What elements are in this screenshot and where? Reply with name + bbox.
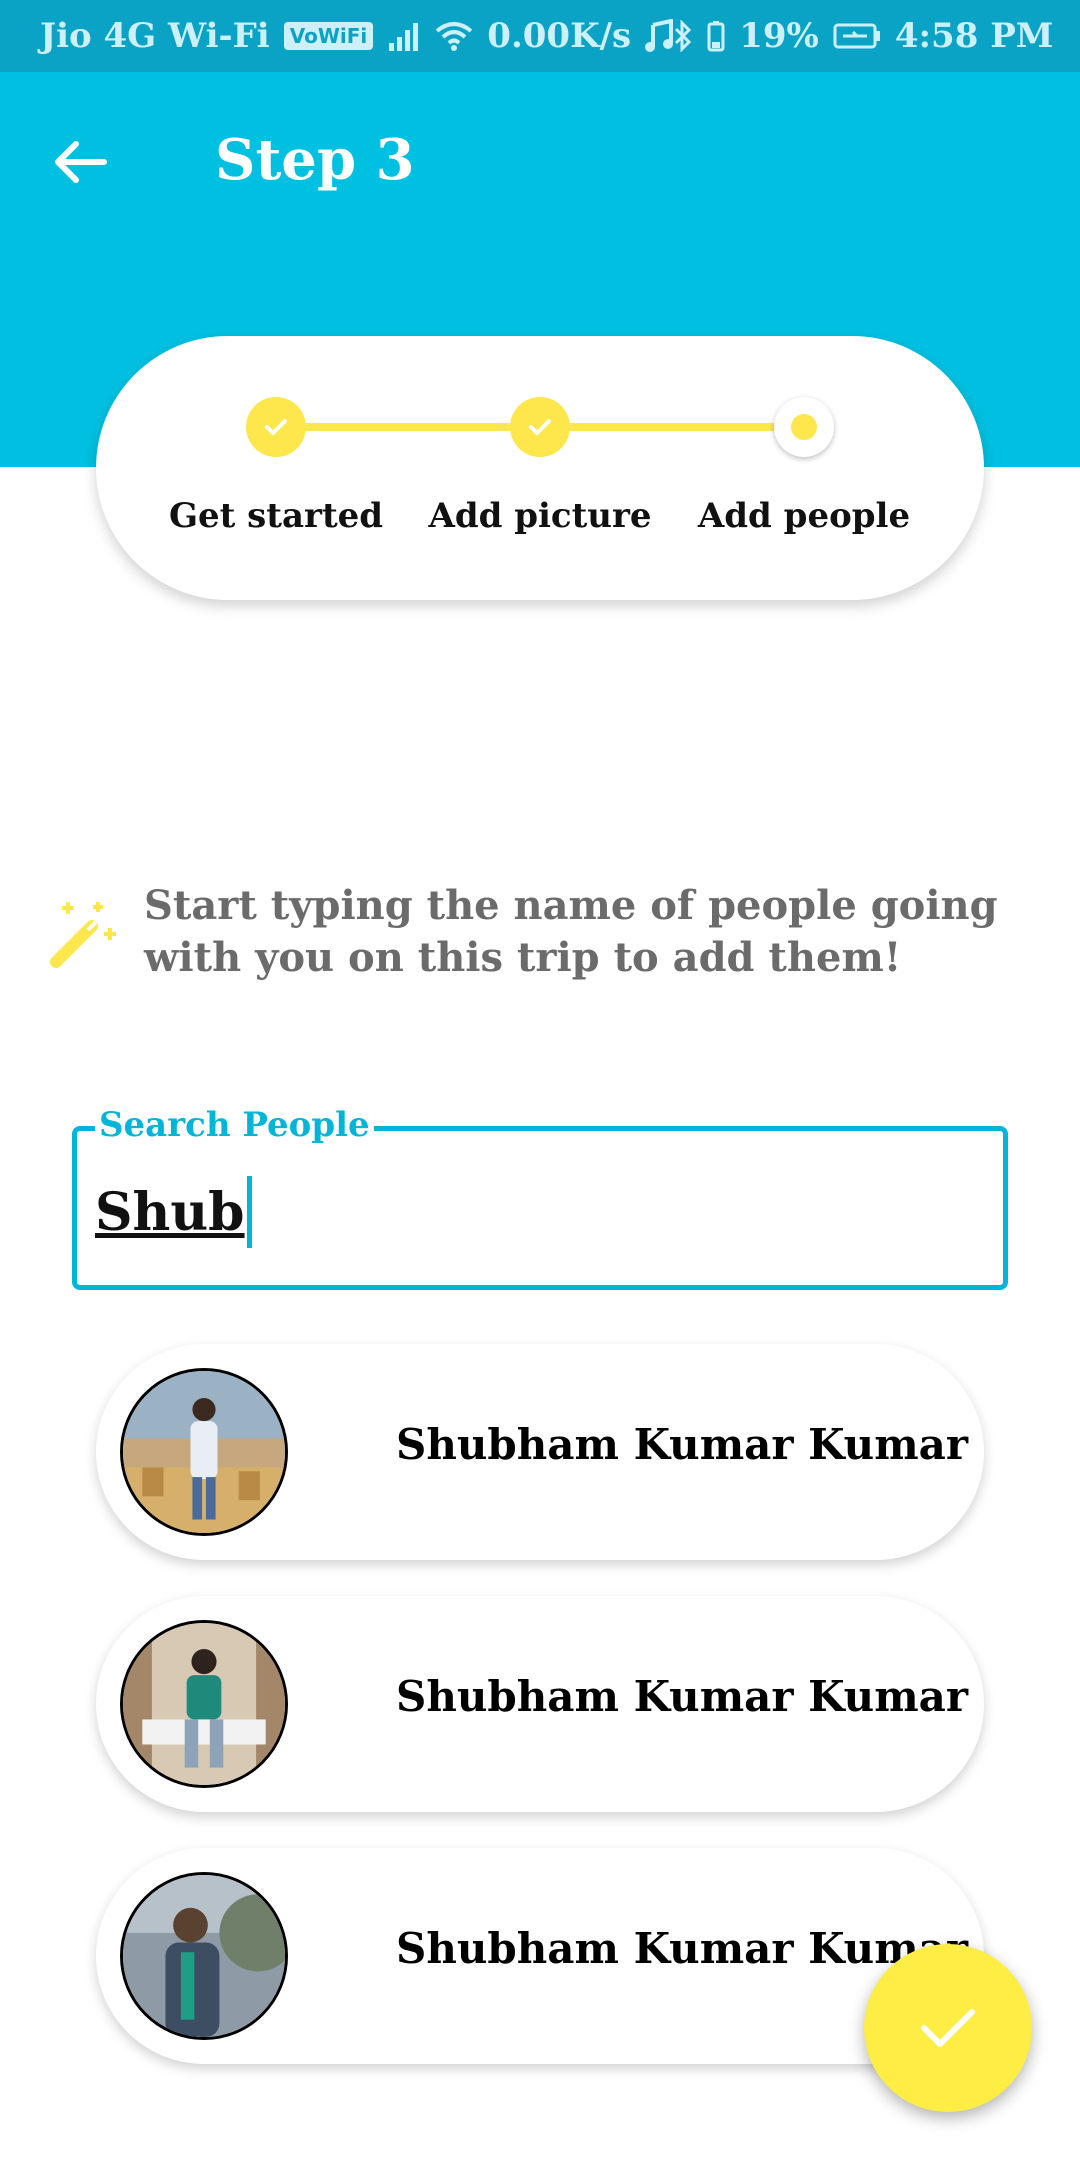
check-icon — [265, 419, 287, 435]
step-1-dot — [246, 397, 306, 457]
step-2-dot — [510, 397, 570, 457]
avatar — [120, 1872, 288, 2040]
battery-charging-icon — [833, 22, 881, 50]
step-1-label: Get started — [168, 496, 384, 536]
status-bar: Jio 4G Wi-Fi VoWiFi 0.00K/s 19% 4:58 PM — [0, 0, 1080, 72]
result-name: Shubham Kumar Kumar — [396, 1924, 969, 1973]
network-speed: 0.00K/s — [487, 16, 632, 56]
clock: 4:58 PM — [894, 16, 1054, 56]
result-name: Shubham Kumar Kumar — [396, 1672, 969, 1721]
hint-text: Start typing the name of people going wi… — [144, 882, 998, 981]
avatar — [120, 1368, 288, 1536]
search-input-value[interactable]: Shub — [95, 1176, 252, 1248]
result-name: Shubham Kumar Kumar — [396, 1420, 969, 1469]
check-icon — [529, 419, 551, 435]
step-3-label: Add people — [697, 496, 911, 536]
result-item[interactable]: Shubham Kumar Kumar — [96, 1848, 984, 2064]
step-2-label: Add picture — [428, 496, 652, 536]
result-item[interactable]: Shubham Kumar Kumar — [96, 1596, 984, 1812]
text-caret — [246, 1176, 252, 1248]
battery-small-icon — [707, 20, 725, 52]
stepper-connector-1 — [276, 423, 540, 431]
stepper-card: Get started Add picture Add people — [96, 336, 984, 600]
result-item[interactable]: Shubham Kumar Kumar — [96, 1344, 984, 1560]
check-icon — [921, 2009, 975, 2047]
magic-wand-icon — [48, 898, 120, 970]
music-note-icon — [645, 19, 674, 53]
bluetooth-icon — [673, 20, 693, 52]
current-step-indicator — [791, 414, 817, 440]
back-button[interactable] — [44, 126, 116, 198]
back-arrow-icon — [55, 141, 107, 183]
confirm-fab-button[interactable] — [864, 1944, 1032, 2112]
signal-icon — [387, 21, 421, 51]
carrier-label: Jio 4G Wi-Fi — [40, 16, 270, 56]
wifi-icon — [435, 21, 473, 51]
step-3-dot — [774, 397, 834, 457]
battery-percent: 19% — [739, 16, 819, 56]
vowifi-badge: VoWiFi — [283, 22, 374, 50]
search-label: Search People — [95, 1105, 374, 1146]
page-title: Step 3 — [215, 127, 415, 193]
avatar — [120, 1620, 288, 1788]
stepper-connector-2 — [540, 423, 804, 431]
search-text: Shub — [95, 1181, 245, 1243]
